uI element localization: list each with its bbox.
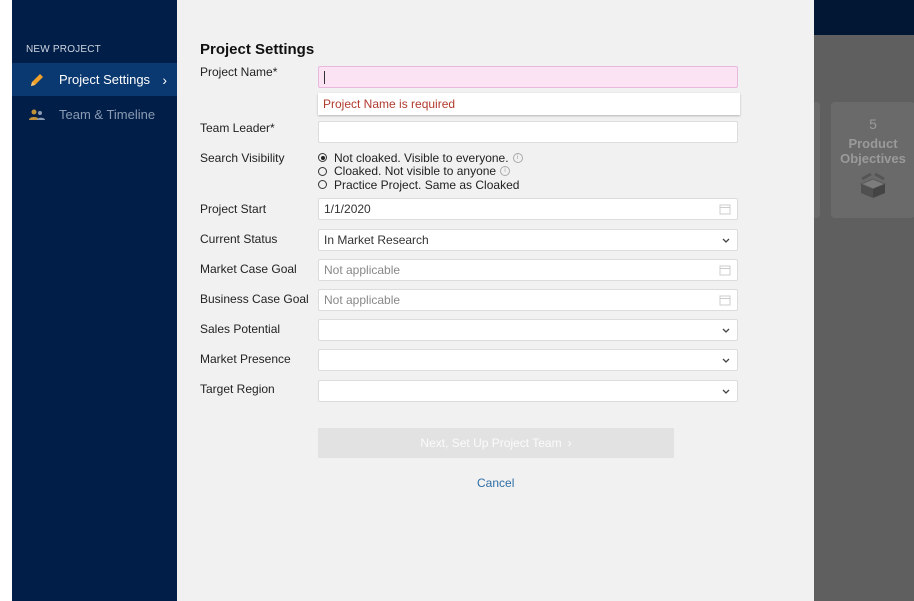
chevron-right-icon: › bbox=[567, 436, 572, 450]
calendar-icon[interactable] bbox=[719, 264, 731, 279]
sidebar-heading: NEW PROJECT bbox=[26, 44, 101, 55]
project-start-value: 1/1/2020 bbox=[324, 202, 371, 216]
current-status-label: Current Status bbox=[200, 232, 278, 246]
info-icon[interactable]: i bbox=[512, 152, 523, 163]
project-name-label: Project Name* bbox=[200, 65, 278, 79]
card-number: 5 bbox=[869, 116, 877, 132]
radio-label: Cloaked. Not visible to anyone bbox=[334, 164, 497, 179]
market-case-goal-input[interactable]: Not applicable bbox=[318, 259, 738, 281]
project-start-label: Project Start bbox=[200, 202, 267, 216]
business-case-goal-placeholder: Not applicable bbox=[324, 293, 401, 307]
chevron-down-icon bbox=[721, 324, 731, 339]
radio-unselected-icon bbox=[318, 180, 327, 190]
search-visibility-radio-group: Not cloaked. Visible to everyone. i Cloa… bbox=[318, 151, 523, 192]
radio-selected-icon bbox=[318, 153, 327, 163]
visibility-option-not-cloaked[interactable]: Not cloaked. Visible to everyone. i bbox=[318, 151, 523, 165]
calendar-icon[interactable] bbox=[719, 294, 731, 309]
pencil-icon bbox=[27, 72, 47, 88]
page-title: Project Settings bbox=[200, 41, 315, 58]
visibility-option-cloaked[interactable]: Cloaked. Not visible to anyone i bbox=[318, 164, 523, 179]
sidebar-item-label: Team & Timeline bbox=[59, 107, 156, 122]
current-status-value: In Market Research bbox=[324, 233, 429, 247]
team-icon bbox=[27, 108, 47, 122]
box-icon bbox=[859, 172, 887, 198]
sales-potential-select[interactable] bbox=[318, 319, 738, 341]
team-leader-input[interactable] bbox=[318, 121, 738, 143]
sidebar-item-label: Project Settings bbox=[59, 72, 151, 87]
current-status-select[interactable]: In Market Research bbox=[318, 229, 738, 251]
project-settings-form: Project Settings Project Name* Project N… bbox=[177, 0, 814, 601]
project-name-error: Project Name is required bbox=[318, 93, 740, 115]
next-button-label: Next, Set Up Project Team bbox=[420, 436, 562, 450]
card-title: Product Objectives bbox=[840, 136, 906, 166]
radio-unselected-icon bbox=[318, 166, 327, 176]
background-header bbox=[814, 0, 914, 35]
calendar-icon[interactable] bbox=[719, 203, 731, 218]
radio-label: Practice Project. Same as Cloaked bbox=[334, 177, 520, 192]
sales-potential-label: Sales Potential bbox=[200, 322, 281, 336]
project-name-input[interactable] bbox=[318, 66, 738, 88]
sidebar-item-project-settings[interactable]: Project Settings › bbox=[12, 63, 177, 96]
chevron-down-icon bbox=[721, 385, 731, 400]
chevron-right-icon: › bbox=[162, 71, 167, 88]
business-case-goal-label: Business Case Goal bbox=[200, 292, 309, 306]
chevron-down-icon bbox=[721, 354, 731, 369]
search-visibility-label: Search Visibility bbox=[200, 151, 285, 165]
background-page bbox=[814, 0, 914, 601]
project-start-date-input[interactable]: 1/1/2020 bbox=[318, 198, 738, 220]
market-presence-label: Market Presence bbox=[200, 352, 291, 366]
visibility-option-practice[interactable]: Practice Project. Same as Cloaked bbox=[318, 178, 523, 192]
market-case-goal-label: Market Case Goal bbox=[200, 262, 297, 276]
team-leader-label: Team Leader* bbox=[200, 121, 275, 135]
sidebar-item-team-timeline[interactable]: Team & Timeline bbox=[12, 98, 177, 131]
target-region-label: Target Region bbox=[200, 382, 275, 396]
next-setup-team-button[interactable]: Next, Set Up Project Team › bbox=[318, 428, 674, 458]
market-presence-select[interactable] bbox=[318, 349, 738, 371]
target-region-select[interactable] bbox=[318, 380, 738, 402]
cancel-link[interactable]: Cancel bbox=[477, 476, 514, 490]
market-case-goal-placeholder: Not applicable bbox=[324, 263, 401, 277]
radio-label: Not cloaked. Visible to everyone. bbox=[334, 150, 509, 165]
info-icon[interactable]: i bbox=[500, 166, 511, 177]
chevron-down-icon bbox=[721, 234, 731, 249]
text-caret bbox=[324, 70, 325, 84]
wizard-sidebar: NEW PROJECT Project Settings › Team & Ti… bbox=[12, 0, 177, 601]
business-case-goal-input[interactable]: Not applicable bbox=[318, 289, 738, 311]
background-card-product-objectives: 5 Product Objectives bbox=[831, 102, 914, 218]
